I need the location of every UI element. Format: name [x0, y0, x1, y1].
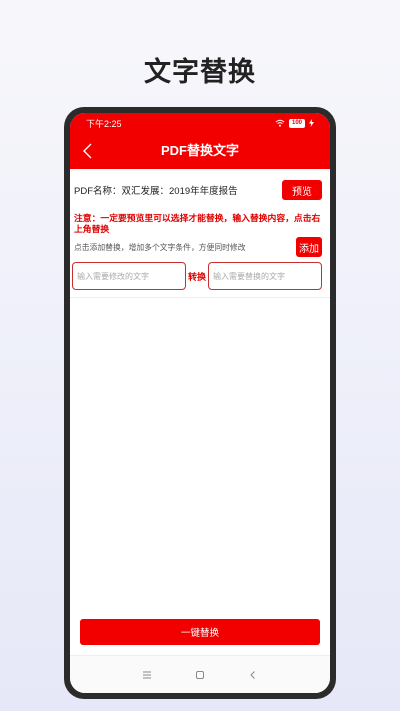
- one-click-replace-button[interactable]: 一键替换: [80, 619, 320, 645]
- battery-icon: 100: [288, 118, 305, 128]
- preview-button[interactable]: 预览: [282, 180, 322, 200]
- notice-text: 注意：一定要预览里可以选择才能替换，输入替换内容，点击右上角替换: [74, 213, 321, 234]
- target-text-input[interactable]: [207, 262, 322, 290]
- nav-bar: PDF替换文字: [70, 133, 330, 169]
- home-icon[interactable]: [194, 669, 206, 681]
- status-bar: 下午2:25 100: [70, 113, 330, 133]
- pdf-name-label: PDF名称：双汇发展：2019年年度报告: [74, 186, 238, 197]
- wifi-icon: [275, 119, 285, 127]
- divider: [70, 297, 330, 298]
- status-time: 下午2:25: [86, 118, 122, 129]
- promo-title: 文字替换: [144, 57, 256, 87]
- phone-screen: 下午2:25 100 PDF替换文字 PDF名称：双汇发展：2019年年度报告 …: [70, 113, 330, 693]
- phone-frame: 下午2:25 100 PDF替换文字 PDF名称：双汇发展：2019年年度报告 …: [64, 107, 336, 699]
- hint-text: 点击添加替换，增加多个文字条件，方便同时修改: [74, 242, 246, 252]
- menu-icon[interactable]: [141, 669, 153, 681]
- page-title: PDF替换文字: [160, 143, 239, 158]
- back-icon[interactable]: [247, 669, 259, 681]
- status-icons: 100: [275, 118, 314, 128]
- add-button[interactable]: 添加: [296, 237, 322, 257]
- hint-row: 点击添加替换，增加多个文字条件，方便同时修改 添加: [74, 237, 322, 257]
- charging-icon: [309, 119, 314, 127]
- content-area: PDF名称：双汇发展：2019年年度报告 预览 注意：一定要预览里可以选择才能替…: [70, 169, 330, 655]
- system-nav-bar: [70, 655, 330, 693]
- pdf-info-row: PDF名称：双汇发展：2019年年度报告 预览: [74, 179, 322, 201]
- convert-label: 转换: [187, 271, 206, 282]
- replace-row: 转换: [72, 261, 322, 291]
- source-text-input[interactable]: [72, 262, 186, 290]
